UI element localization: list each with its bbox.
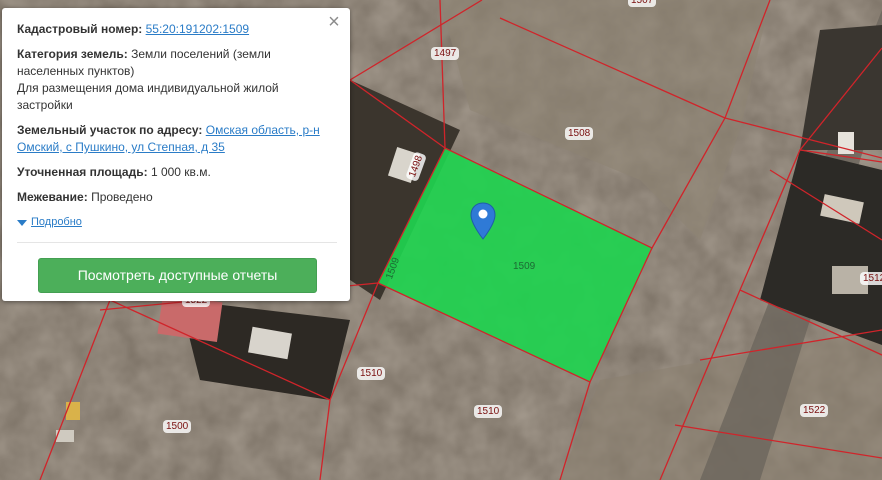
divider: [17, 242, 337, 243]
details-toggle[interactable]: Подробно: [17, 214, 336, 231]
area-row: Уточненная площадь: 1 000 кв.м.: [17, 164, 336, 181]
survey-row: Межевание: Проведено: [17, 189, 336, 206]
map-pin-icon[interactable]: [470, 202, 496, 240]
triangle-down-icon: [17, 219, 27, 226]
view-reports-button[interactable]: Посмотреть доступные отчеты: [38, 258, 317, 293]
address-label: Земельный участок по адресу:: [17, 123, 203, 137]
parcel-label: 1497: [431, 47, 460, 60]
parcel-info-popup: × Кадастровый номер: 55:20:191202:1509 К…: [2, 8, 350, 301]
area-value: 1 000 кв.м.: [150, 165, 211, 179]
close-icon[interactable]: ×: [326, 12, 342, 32]
parcel-label: 1510: [474, 405, 503, 418]
parcel-label: 1510: [357, 367, 386, 380]
parcel-label: 1522: [800, 404, 829, 417]
category-row: Категория земель: Земли поселений (земли…: [17, 46, 336, 114]
permitted-use: Для размещения дома индивидуальной жилой: [17, 81, 279, 95]
permitted-use: застройки: [17, 98, 73, 112]
cadastral-number-link[interactable]: 55:20:191202:1509: [146, 22, 249, 36]
survey-value: Проведено: [91, 190, 153, 204]
parcel-label: 1512: [860, 272, 882, 285]
category-value: Земли поселений (земли: [131, 47, 271, 61]
area-label: Уточненная площадь:: [17, 165, 148, 179]
address-link[interactable]: Омский, с Пушкино, ул Степная, д 35: [17, 140, 225, 154]
vehicle: [66, 402, 80, 420]
address-link[interactable]: Омская область, р-н: [206, 123, 320, 137]
parcel-label: 1500: [163, 420, 192, 433]
parcel-label: 1509: [513, 261, 536, 272]
category-label: Категория земель:: [17, 47, 128, 61]
category-value: населенных пунктов): [17, 64, 135, 78]
survey-label: Межевание:: [17, 190, 88, 204]
cadastral-row: Кадастровый номер: 55:20:191202:1509: [17, 21, 336, 38]
parcel-label: 1507: [628, 0, 657, 7]
details-link[interactable]: Подробно: [31, 214, 82, 231]
address-row: Земельный участок по адресу: Омская обла…: [17, 122, 336, 156]
parcel-label: 1508: [565, 127, 594, 140]
cadastral-label: Кадастровый номер:: [17, 22, 143, 36]
